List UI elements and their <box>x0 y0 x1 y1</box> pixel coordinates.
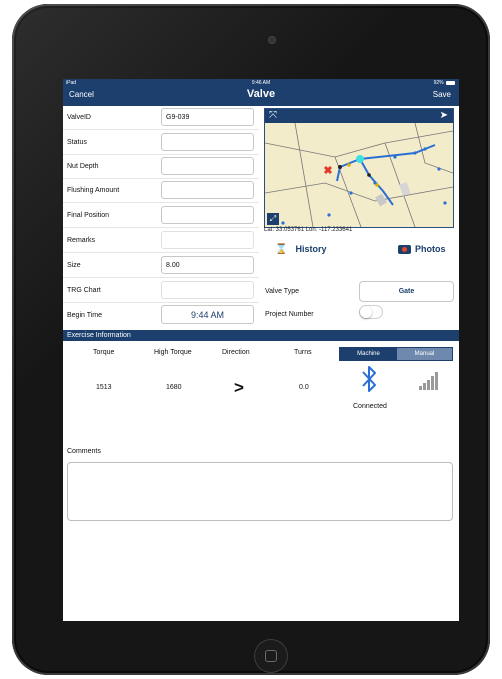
valve-type-label: Valve Type <box>265 288 299 295</box>
history-label: History <box>295 244 327 254</box>
row-divider <box>63 252 259 253</box>
final-position-field[interactable] <box>161 206 254 224</box>
nut-depth-field[interactable] <box>161 157 254 175</box>
valve-map[interactable]: ⤧ ➤ ⤢ <box>264 108 454 228</box>
turns-header: Turns <box>294 349 312 356</box>
bluetooth-status: Connected <box>353 403 387 410</box>
project-number-toggle[interactable] <box>359 305 383 319</box>
map-canvas <box>265 123 453 227</box>
mode-segmented-control: Machine Manual <box>339 347 453 361</box>
valve-id-label: ValveID <box>67 114 91 121</box>
comments-label: Comments <box>67 448 101 455</box>
toggle-knob <box>360 306 372 318</box>
map-coordinates: Lat: 33.053761 Lon: -117.233641 <box>264 227 353 233</box>
row-divider <box>63 178 259 179</box>
high-torque-header: High Torque <box>154 349 192 356</box>
row-divider <box>63 154 259 155</box>
save-button[interactable]: Save <box>433 90 451 99</box>
nut-depth-label: Nut Depth <box>67 163 99 170</box>
row-divider <box>63 202 259 203</box>
size-label: Size <box>67 262 81 269</box>
hourglass-icon: ⌛ <box>275 244 288 255</box>
turns-value: 0.0 <box>299 384 309 391</box>
valve-type-selector[interactable]: Gate <box>359 281 454 302</box>
torque-header: Torque <box>93 349 115 356</box>
front-camera <box>269 37 275 43</box>
begin-time-field[interactable]: 9:44 AM <box>161 305 254 324</box>
battery-percent: 92% <box>433 80 444 86</box>
manual-mode-tab[interactable]: Manual <box>397 348 452 360</box>
status-field[interactable] <box>161 133 254 151</box>
home-button-square-icon <box>265 650 277 662</box>
direction-header: Direction <box>222 349 250 356</box>
status-bar: iPad 9:46 AM 92% <box>63 80 459 88</box>
camera-icon <box>398 245 411 255</box>
remarks-field[interactable] <box>161 231 254 249</box>
location-arrow-icon[interactable]: ➤ <box>440 110 448 121</box>
high-torque-value: 1680 <box>166 384 182 391</box>
status-time: 9:46 AM <box>251 80 271 86</box>
signal-strength-icon <box>419 372 441 390</box>
flushing-amount-field[interactable] <box>161 181 254 199</box>
battery-indicator: 92% <box>434 80 455 86</box>
trg-chart-field[interactable] <box>161 281 254 299</box>
project-number-label: Project Number <box>265 311 314 318</box>
page-title: Valve <box>246 88 276 100</box>
begin-time-label: Begin Time <box>67 312 103 319</box>
history-button[interactable]: ⌛ History <box>275 244 326 255</box>
machine-mode-tab[interactable]: Machine <box>340 348 397 360</box>
exercise-information-header: Exercise Information <box>63 330 459 341</box>
home-button[interactable] <box>254 639 288 673</box>
comments-textarea[interactable] <box>67 462 453 521</box>
final-position-label: Final Position <box>67 212 110 219</box>
row-divider <box>63 302 259 303</box>
bluetooth-icon <box>362 366 376 392</box>
navigation-bar: iPad 9:46 AM 92% Cancel Valve Save <box>63 79 459 106</box>
remarks-label: Remarks <box>67 237 96 244</box>
battery-icon <box>446 80 455 85</box>
row-divider <box>63 129 259 130</box>
status-label: Status <box>67 139 87 146</box>
row-divider <box>63 227 259 228</box>
photos-button[interactable]: Photos <box>398 244 446 255</box>
row-divider <box>63 277 259 278</box>
expand-map-icon[interactable]: ⤢ <box>267 213 279 225</box>
photos-label: Photos <box>415 244 446 254</box>
size-field[interactable]: 8.00 <box>161 256 254 274</box>
map-toolbar: ⤧ ➤ <box>265 109 453 123</box>
trg-chart-label: TRG Chart <box>67 287 101 294</box>
app-screen: iPad 9:46 AM 92% Cancel Valve Save Valve… <box>63 79 459 621</box>
valve-id-field[interactable]: G9-039 <box>161 108 254 126</box>
torque-value: 1513 <box>96 384 112 391</box>
direction-arrow-value: > <box>234 378 244 397</box>
flushing-amount-label: Flushing Amount <box>67 187 120 194</box>
collapse-arrows-icon[interactable]: ⤧ <box>269 110 277 121</box>
